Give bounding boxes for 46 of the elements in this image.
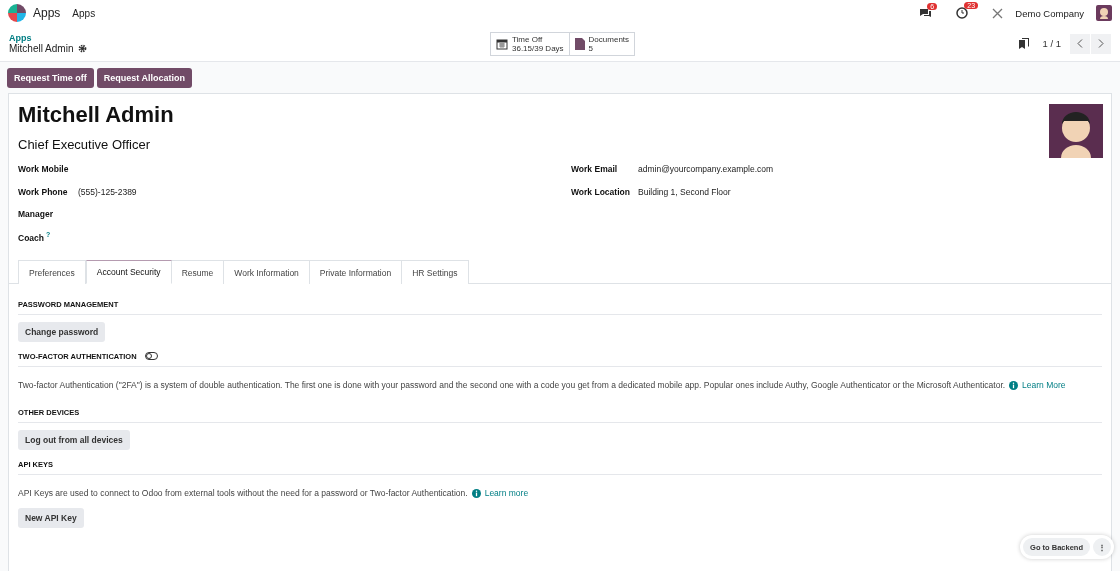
chevron-left-icon [1077,39,1083,48]
action-button[interactable]: Request Time off [7,68,94,88]
info-icon [471,488,481,498]
field-label: Manager [18,209,54,220]
calendar-icon [496,37,508,50]
chat-icon[interactable] [919,7,933,19]
description-text: Two-factor Authentication ("2FA") is a system of double authentication. The first one is done with your password and the second one with a code you get from a dedicated mobile app. Popular ones include Authy, Google Authenticator or the Microsoft Authenticator. [18,380,1006,390]
user-avatar[interactable] [1096,5,1112,21]
chevron-right-icon [1098,39,1104,48]
tab[interactable]: Resume [171,260,225,284]
tab[interactable]: Preferences [18,260,86,284]
field-label: Work Mobile [18,164,70,175]
record-title: Mitchell Admin [9,43,74,54]
document-icon [574,37,585,50]
field-value[interactable]: (555)-125-2389 [78,186,137,197]
tools-icon[interactable] [992,7,1004,19]
learn-more-link[interactable]: Learn More [1022,380,1066,390]
logo-icon [8,4,26,22]
section-button[interactable]: Log out from all devices [18,430,130,450]
pager-value[interactable]: 1 / 1 [1042,38,1061,49]
field-label: Work Location [571,186,631,197]
app-title: Apps [33,6,61,20]
clock-icon[interactable] [956,7,969,19]
learn-more-link[interactable]: Learn more [484,488,529,498]
tab[interactable]: Account Security [85,260,172,284]
tab[interactable]: Private Information [309,260,403,284]
info-icon [1009,380,1019,390]
tab[interactable]: HR Settings [402,260,469,284]
company-name[interactable]: Demo Company [1015,7,1084,19]
toggle-switch[interactable] [144,352,158,360]
action-button[interactable]: Request Allocation [96,68,193,88]
menu-item[interactable]: Apps [72,7,96,19]
field-label: Work Phone [18,186,69,197]
section-button[interactable]: Change password [18,322,106,342]
field-label: Work Email [571,164,619,175]
job-title: Chief Executive Officer [18,137,151,152]
breadcrumb-link[interactable]: Apps [9,33,429,43]
employee-name: Mitchell Admin [18,102,175,128]
section-button[interactable]: New API Key [18,508,84,528]
description-text: API Keys are used to connect to Odoo from external tools without the need for a password or Two-factor Authentication. [18,488,468,498]
employee-avatar[interactable] [1049,104,1103,158]
field-label: Coach $^{?}$ [18,230,52,243]
tab[interactable]: Work Information [224,260,310,284]
bookmark-icon[interactable] [1018,38,1029,49]
field-value[interactable]: Building 1, Second Floor [638,186,731,197]
field-value[interactable]: admin@yourcompany.example.com [638,164,774,175]
